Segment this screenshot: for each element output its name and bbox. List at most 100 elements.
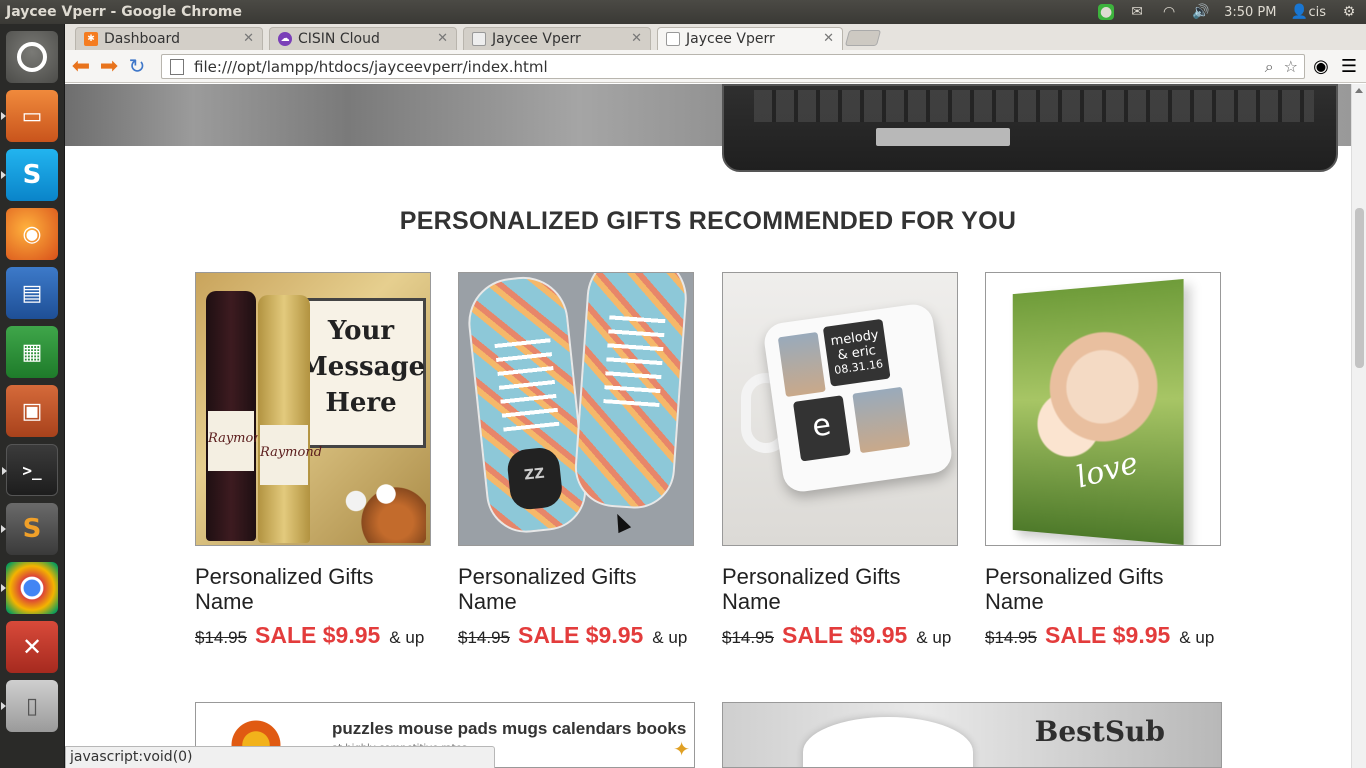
search-icon[interactable]: ⌕ xyxy=(1265,57,1274,77)
product-image-mug[interactable]: melody & eric 08.31.16 e xyxy=(722,272,958,546)
insole: ZZ xyxy=(505,446,564,512)
vertical-scrollbar[interactable] xyxy=(1351,84,1366,768)
tab-dashboard[interactable]: ✱ Dashboard ✕ xyxy=(75,27,263,50)
brand-logo: BestSub xyxy=(1034,715,1165,748)
user-icon: 👤 xyxy=(1290,4,1309,20)
presentation-icon: ▣ xyxy=(21,398,43,424)
wrench-icon: ✕ xyxy=(21,633,43,661)
clock[interactable]: 3:50 PM xyxy=(1224,5,1276,20)
sublime-launcher[interactable]: S xyxy=(1,503,58,555)
dash-home-button[interactable] xyxy=(6,31,58,83)
page-icon xyxy=(472,32,486,46)
tab-jaycee-1[interactable]: Jaycee Vperr ✕ xyxy=(463,27,651,50)
gear-icon[interactable]: ⚙ xyxy=(1340,4,1358,20)
product-image-wine[interactable]: Your Message Here Raymond Raymond xyxy=(195,272,431,546)
impress-launcher[interactable]: ▣ xyxy=(6,385,58,437)
reload-icon[interactable]: ↻ xyxy=(123,54,151,78)
terminal-icon: >_ xyxy=(22,460,42,480)
close-icon[interactable]: ✕ xyxy=(631,31,642,46)
tab-jaycee-active[interactable]: Jaycee Vperr ✕ xyxy=(657,27,843,50)
folder-icon: ▭ xyxy=(21,103,43,129)
tab-label: CISIN Cloud xyxy=(298,31,380,47)
hero-banner xyxy=(65,84,1351,172)
calc-launcher[interactable]: ▦ xyxy=(6,326,58,378)
user-name: cis xyxy=(1308,5,1326,20)
status-bubble: javascript:void(0) xyxy=(65,746,495,768)
ubuntu-logo-icon xyxy=(17,42,47,72)
white-wine-bottle: Raymond xyxy=(258,295,322,543)
close-icon[interactable]: ✕ xyxy=(437,31,448,46)
snacks-bowl xyxy=(326,473,426,543)
product-image-canvas[interactable]: love xyxy=(985,272,1221,546)
laptop-keyboard xyxy=(754,90,1314,122)
firefox-launcher[interactable]: ◉ xyxy=(6,208,58,260)
xampp-icon: ✱ xyxy=(84,32,98,46)
price-line: $14.95 SALE $9.95 & up xyxy=(722,622,958,649)
promo-banner-right[interactable]: BestSub xyxy=(722,702,1222,768)
settings-launcher[interactable]: ✕ xyxy=(6,621,58,673)
url-text: file:///opt/lampp/htdocs/jayceevperr/ind… xyxy=(194,57,548,76)
canvas-photo xyxy=(1012,278,1184,545)
page-icon xyxy=(170,58,184,75)
tab-label: Dashboard xyxy=(104,31,180,47)
skype-icon: S xyxy=(22,160,42,190)
tab-cisin-cloud[interactable]: ☁ CISIN Cloud ✕ xyxy=(269,27,457,50)
extension-icon[interactable]: ◉ xyxy=(1307,54,1335,78)
wifi-icon[interactable]: ◠ xyxy=(1160,4,1178,20)
product-card[interactable]: melody & eric 08.31.16 e Personalized Gi… xyxy=(722,272,958,649)
sale-price: SALE $9.95 xyxy=(782,622,908,648)
bottle-label: Raymond xyxy=(260,425,322,485)
red-wine-bottle: Raymond xyxy=(206,291,270,541)
product-card[interactable]: ZZ Personalized Gifts Name $14.95 SALE $… xyxy=(458,272,694,649)
bookmark-star-icon[interactable]: ☆ xyxy=(1284,57,1298,77)
address-bar[interactable]: file:///opt/lampp/htdocs/jayceevperr/ind… xyxy=(161,54,1305,79)
scrollbar-thumb[interactable] xyxy=(1355,208,1364,368)
forward-arrow-icon[interactable]: ➡ xyxy=(95,54,123,79)
sale-price: SALE $9.95 xyxy=(518,622,644,648)
terminal-launcher[interactable]: >_ xyxy=(2,444,58,496)
product-image-sneakers[interactable]: ZZ xyxy=(458,272,694,546)
price-suffix: & up xyxy=(389,628,425,647)
price-line: $14.95 SALE $9.95 & up xyxy=(195,622,431,649)
disk-launcher[interactable]: ▯ xyxy=(1,680,58,732)
mail-icon[interactable]: ✉ xyxy=(1128,4,1146,20)
tab-strip: ✱ Dashboard ✕ ☁ CISIN Cloud ✕ Jaycee Vpe… xyxy=(65,24,1366,50)
firefox-icon: ◉ xyxy=(22,221,42,247)
product-name[interactable]: Personalized Gifts Name xyxy=(722,564,958,614)
volume-icon[interactable]: 🔊 xyxy=(1192,4,1210,20)
menu-icon[interactable]: ☰ xyxy=(1335,54,1363,78)
spreadsheet-icon: ▦ xyxy=(21,339,43,365)
price-line: $14.95 SALE $9.95 & up xyxy=(458,622,694,649)
star-icon: ✦ xyxy=(673,737,690,761)
product-name[interactable]: Personalized Gifts Name xyxy=(458,564,694,614)
mug-letter-tile: e xyxy=(792,395,851,462)
mug-text-tile: melody & eric 08.31.16 xyxy=(822,318,891,387)
product-card[interactable]: Your Message Here Raymond Raymond Person… xyxy=(195,272,431,649)
files-launcher[interactable]: ▭ xyxy=(1,90,58,142)
mug-image xyxy=(803,717,973,767)
document-icon: ▤ xyxy=(21,280,43,306)
skype-launcher[interactable]: S xyxy=(1,149,58,201)
original-price: $14.95 xyxy=(195,628,247,647)
close-icon[interactable]: ✕ xyxy=(823,31,834,46)
back-arrow-icon[interactable]: ⬅ xyxy=(67,54,95,79)
laptop-touchpad xyxy=(876,128,1010,146)
page-icon xyxy=(666,32,680,46)
messaging-icon[interactable]: ● xyxy=(1098,4,1115,20)
new-tab-button[interactable] xyxy=(844,30,882,46)
laces xyxy=(603,313,666,408)
mug-body: melody & eric 08.31.16 e xyxy=(761,301,955,495)
laptop-image xyxy=(722,84,1338,172)
mug-photo xyxy=(777,332,826,397)
close-icon[interactable]: ✕ xyxy=(243,31,254,46)
browser-window: ✱ Dashboard ✕ ☁ CISIN Cloud ✕ Jaycee Vpe… xyxy=(65,24,1366,768)
writer-launcher[interactable]: ▤ xyxy=(6,267,58,319)
product-name[interactable]: Personalized Gifts Name xyxy=(985,564,1221,614)
scroll-up-arrow-icon[interactable] xyxy=(1355,88,1363,93)
product-card[interactable]: love Personalized Gifts Name $14.95 SALE… xyxy=(985,272,1221,649)
sale-price: SALE $9.95 xyxy=(255,622,381,648)
user-menu[interactable]: 👤cis xyxy=(1290,4,1326,20)
toolbar: ⬅ ➡ ↻ file:///opt/lampp/htdocs/jayceevpe… xyxy=(65,50,1366,83)
product-name[interactable]: Personalized Gifts Name xyxy=(195,564,431,614)
chrome-launcher[interactable] xyxy=(1,562,58,614)
